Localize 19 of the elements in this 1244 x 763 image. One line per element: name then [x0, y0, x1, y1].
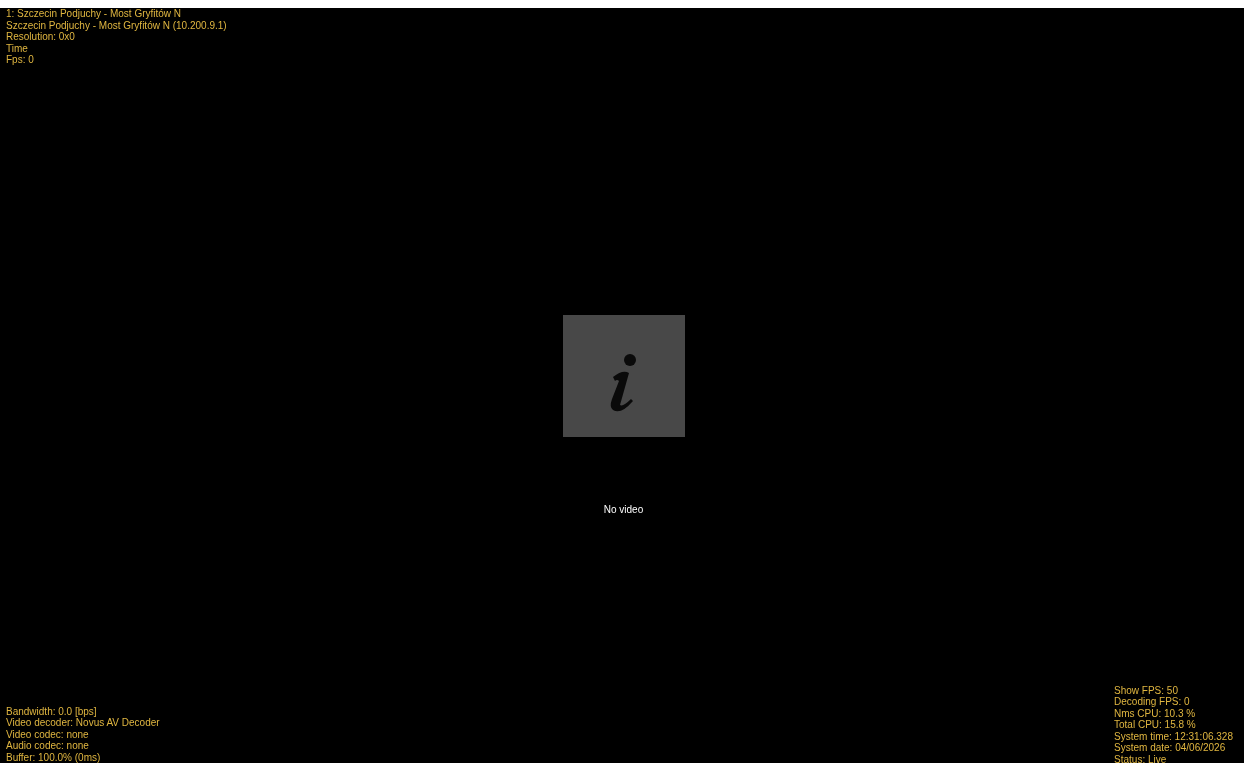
- stream-info-text: Bandwidth: 0.0 [bps]: [6, 705, 98, 717]
- system-info-text: Status: Live: [1114, 753, 1168, 763]
- system-info-text: Total CPU: 15.8 %: [1114, 719, 1197, 731]
- camera-info-text: 1: Szczecin Podjuchy - Most Gryfitów N: [6, 8, 183, 20]
- camera-info-text: Szczecin Podjuchy - Most Gryfitów N (10.200.9.1): [6, 19, 228, 31]
- info-icon: [562, 315, 685, 437]
- system-info-text: Decoding FPS: 0: [1114, 696, 1191, 708]
- camera-info-text: Resolution: 0x0: [6, 31, 76, 43]
- camera-info-text: Fps: 0: [6, 54, 35, 66]
- system-info-text: System date: 04/06/2026: [1114, 742, 1227, 754]
- system-info-text: Show FPS: 50: [1114, 684, 1179, 696]
- system-info-text: Nms CPU: 10.3 %: [1114, 707, 1197, 719]
- stream-info-text: Video decoder: Novus AV Decoder: [6, 717, 160, 729]
- stream-info-text: Audio codec: none: [6, 740, 90, 752]
- stream-info-text: Video codec: none: [6, 728, 90, 740]
- status-message: No video: [603, 504, 644, 515]
- camera-info-text: Time: [6, 42, 29, 54]
- system-info-text: System time: 12:31:06.328: [1114, 730, 1233, 742]
- stream-info-text: Buffer: 100.0% (0ms): [6, 751, 102, 763]
